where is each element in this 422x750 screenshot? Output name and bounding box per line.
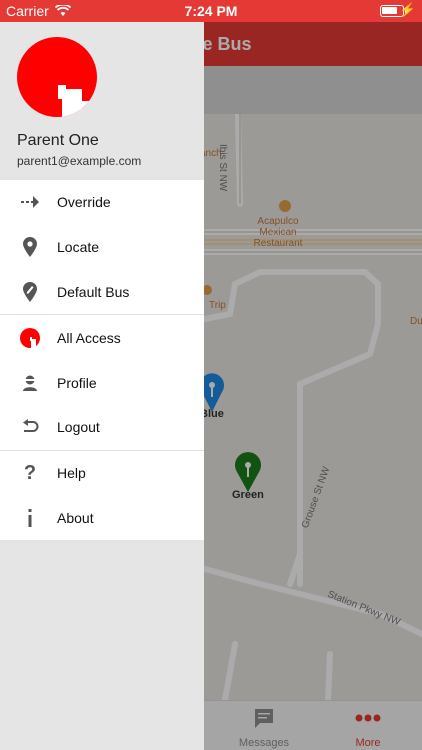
menu-label-profile: Profile <box>57 374 97 391</box>
menu-item-help[interactable]: ? Help <box>0 451 204 496</box>
menu-label-logout: Logout <box>57 419 100 436</box>
status-bar: Carrier 7:24 PM ⚡ <box>0 0 422 22</box>
location-pin-icon <box>19 236 41 258</box>
question-icon: ? <box>23 461 37 484</box>
menu-item-all-access[interactable]: All Access <box>0 315 204 360</box>
arrow-right-icon <box>19 191 41 213</box>
profile-icon <box>19 372 41 394</box>
menu-item-about[interactable]: About <box>0 496 204 541</box>
drawer-header: Parent One parent1@example.com <box>0 22 204 180</box>
menu-label-override: Override <box>57 194 111 211</box>
menu-item-logout[interactable]: Logout <box>0 405 204 450</box>
menu-label-about: About <box>57 509 94 526</box>
avatar[interactable] <box>17 37 97 117</box>
pin-pencil-icon <box>19 281 41 303</box>
menu-label-locate: Locate <box>57 239 100 256</box>
menu-item-locate[interactable]: Locate <box>0 225 204 270</box>
menu-item-override[interactable]: Override <box>0 180 204 225</box>
menu-group-info: ? Help About <box>0 449 204 541</box>
user-email: parent1@example.com <box>17 154 142 168</box>
info-icon <box>19 507 41 529</box>
menu-item-default-bus[interactable]: Default Bus <box>0 270 204 315</box>
status-time: 7:24 PM <box>184 3 238 19</box>
all-access-icon <box>19 327 41 349</box>
menu-label-default-bus: Default Bus <box>57 283 130 300</box>
drawer-menu: Override Locate Default Bus All Access P… <box>0 180 204 541</box>
user-name: Parent One <box>17 132 99 149</box>
undo-arrow-icon <box>19 416 41 438</box>
charging-icon: ⚡ <box>399 2 416 17</box>
menu-group-account: All Access Profile Logout <box>0 314 204 449</box>
menu-label-all-access: All Access <box>57 329 121 346</box>
side-drawer: Parent One parent1@example.com Override … <box>0 0 204 750</box>
menu-group-bus: Override Locate Default Bus <box>0 180 204 314</box>
menu-item-profile[interactable]: Profile <box>0 360 204 405</box>
menu-label-help: Help <box>57 465 86 482</box>
